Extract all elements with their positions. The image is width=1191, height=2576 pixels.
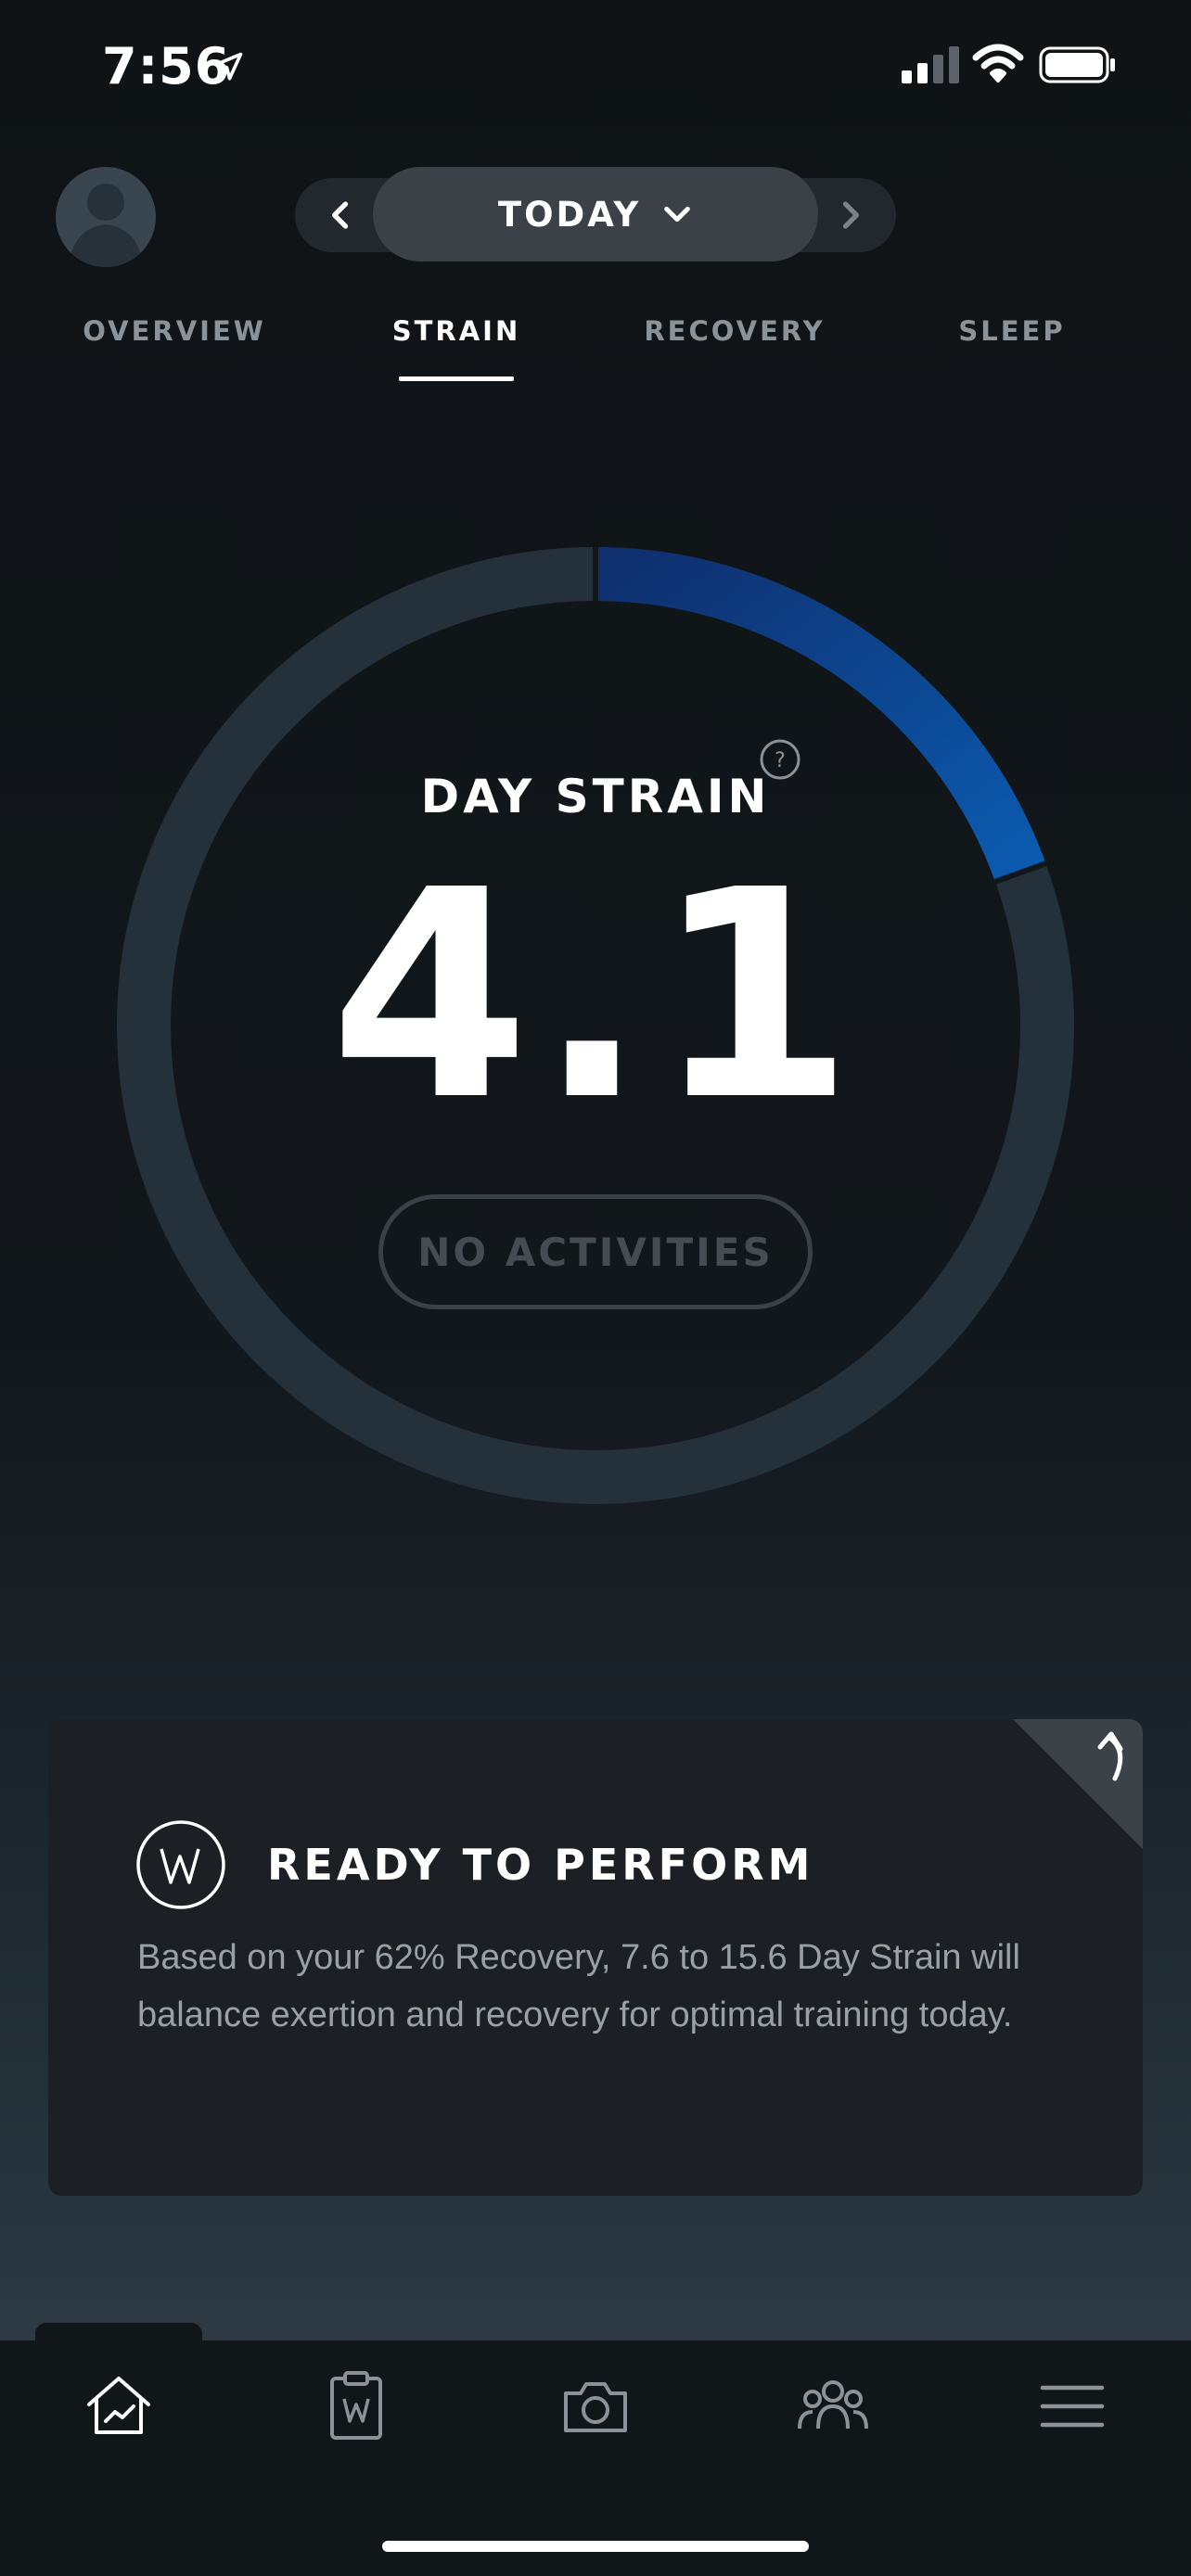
profile-avatar[interactable] xyxy=(56,167,156,267)
tab-bar: OVERVIEW STRAIN RECOVERY SLEEP xyxy=(0,315,1191,389)
home-chart-icon xyxy=(87,2377,150,2434)
card-body-text: Based on your 62% Recovery, 7.6 to 15.6 … xyxy=(137,1938,1020,2034)
home-indicator xyxy=(382,2541,809,2552)
day-strain-title: DAY STRAIN xyxy=(420,770,771,823)
date-label: TODAY xyxy=(497,194,642,235)
user-silhouette-icon xyxy=(69,184,143,267)
insight-card[interactable]: READY TO PERFORM Based on your 62% Recov… xyxy=(48,1719,1143,2196)
cellular-signal-icon xyxy=(902,46,959,83)
chevron-down-icon xyxy=(664,206,690,223)
tab-sleep[interactable]: SLEEP xyxy=(958,315,1065,347)
no-activities-button[interactable]: NO ACTIVITIES xyxy=(378,1194,813,1309)
chevron-left-icon xyxy=(331,201,349,229)
team-icon xyxy=(798,2380,868,2429)
tab-strain[interactable]: STRAIN xyxy=(392,315,521,347)
date-dropdown-button[interactable]: TODAY xyxy=(373,167,818,261)
help-icon-glyph: ? xyxy=(775,749,786,772)
nav-camera-button[interactable] xyxy=(549,2360,642,2453)
nav-menu-button[interactable] xyxy=(1026,2360,1119,2453)
status-bar: 7:56 xyxy=(0,0,1191,139)
camera-icon xyxy=(564,2382,627,2432)
battery-icon xyxy=(1039,46,1115,83)
wifi-icon xyxy=(972,44,1024,83)
card-title: READY TO PERFORM xyxy=(267,1840,814,1890)
tab-recovery[interactable]: RECOVERY xyxy=(644,315,825,347)
day-strain-value: 4.1 xyxy=(329,829,862,1164)
nav-team-button[interactable] xyxy=(787,2360,879,2453)
location-arrow-icon xyxy=(213,52,243,81)
tab-overview[interactable]: OVERVIEW xyxy=(83,315,266,347)
active-tab-indicator xyxy=(399,376,514,381)
clipboard-icon xyxy=(330,2371,382,2440)
nav-journal-button[interactable] xyxy=(310,2360,403,2453)
card-corner-fold[interactable] xyxy=(1013,1719,1143,1849)
strain-summary: DAY STRAIN ? 4.1 NO ACTIVITIES xyxy=(117,547,1074,1504)
menu-icon xyxy=(1040,2385,1105,2428)
whoop-logo-icon xyxy=(136,1820,225,1909)
nav-home-button[interactable] xyxy=(72,2360,165,2453)
chevron-right-icon xyxy=(842,201,860,229)
help-icon[interactable]: ? xyxy=(759,738,801,781)
